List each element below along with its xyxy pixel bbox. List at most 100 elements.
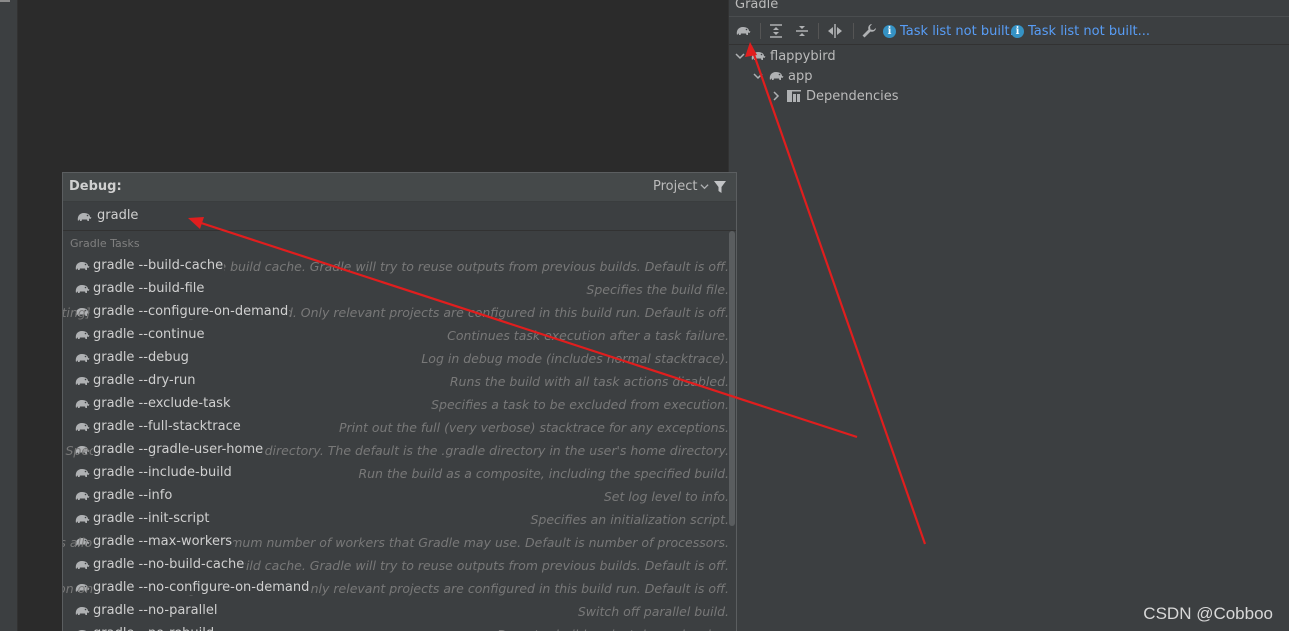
chevron-down-icon[interactable] — [734, 50, 746, 62]
gradle-elephant-icon — [735, 25, 751, 37]
gradle-elephant-icon — [74, 513, 90, 525]
gradle-elephant-icon — [74, 283, 90, 295]
task-row[interactable]: gradle --continue Continues task executio… — [63, 324, 731, 347]
filter-icon[interactable] — [713, 180, 727, 194]
gradle-elephant-icon — [74, 260, 90, 272]
chevron-down-icon — [700, 184, 710, 190]
task-name: gradle --include-build — [93, 465, 233, 480]
collapse-all-icon — [796, 26, 808, 36]
task-row[interactable]: gradle --init-script Specifies an initial… — [63, 508, 731, 531]
gradle-elephant-icon — [74, 421, 90, 433]
task-row[interactable]: gradle --no-rebuild Do not rebuild projec… — [63, 623, 731, 631]
task-name: gradle --build-cache — [93, 258, 225, 273]
task-row[interactable]: gradle --no-parallel Switch off parallel … — [63, 600, 731, 623]
gradle-elephant-icon — [74, 352, 90, 364]
task-description: Continues task execution after a task fa… — [447, 328, 729, 343]
task-name: gradle --dry-run — [93, 373, 197, 388]
task-row[interactable]: gradle --full-stacktrace Print out the fu… — [63, 416, 731, 439]
popup-header: Debug: Project — [63, 173, 736, 202]
task-name: gradle --continue — [93, 327, 206, 342]
task-name: gradle --full-stacktrace — [93, 419, 242, 434]
chevron-down-icon[interactable] — [752, 70, 764, 82]
task-list-info-1[interactable]: i Task list not built... — [883, 22, 1022, 40]
task-name: gradle --no-build-cache — [93, 557, 246, 572]
build-settings-button[interactable] — [859, 22, 879, 40]
gradle-elephant-icon — [750, 50, 766, 62]
task-name: gradle --build-file — [93, 281, 206, 296]
task-name: gradle --init-script — [93, 511, 211, 526]
task-row[interactable]: gradle --gradle-user-home Specifies the g… — [63, 439, 731, 462]
dependencies-icon — [787, 90, 801, 102]
scope-label: Project — [653, 179, 698, 194]
expand-all-button[interactable] — [766, 22, 786, 40]
task-row[interactable]: gradle --no-configure-on-demandDisables … — [63, 577, 731, 600]
watermark: CSDN @Cobboo — [1143, 604, 1273, 623]
task-row[interactable]: gradle --configure-on-demandConfigure ne… — [63, 301, 731, 324]
task-description: Do not rebuild project dependencies. — [497, 627, 729, 631]
search-input[interactable]: gradle — [97, 208, 138, 223]
task-description: Specifies a task to be excluded from exe… — [431, 397, 729, 412]
task-row[interactable]: gradle --include-build Run the build as a… — [63, 462, 731, 485]
collapse-all-button[interactable] — [792, 22, 812, 40]
task-name: gradle --no-rebuild — [93, 626, 216, 631]
info-icon: i — [1011, 24, 1024, 38]
gradle-elephant-icon — [74, 398, 90, 410]
tree-item-label: Dependencies — [806, 88, 899, 104]
gradle-elephant-icon — [74, 329, 90, 341]
info-icon: i — [883, 24, 896, 38]
task-list: Gradle Tasks gradle --build-cache Enables… — [63, 231, 736, 631]
expand-all-icon — [770, 24, 782, 38]
gradle-elephant-icon — [76, 211, 92, 223]
toggle-offline-icon — [828, 24, 842, 38]
gradle-elephant-icon — [74, 375, 90, 387]
task-row[interactable]: gradle --max-workersConfigure the number… — [63, 531, 731, 554]
task-row[interactable]: gradle --info Set log level to info. — [63, 485, 731, 508]
tree-item-label: app — [788, 68, 813, 84]
chevron-right-icon[interactable] — [770, 90, 782, 102]
gradle-elephant-icon — [74, 559, 90, 571]
task-list-info-2-label: Task list not built... — [1028, 23, 1151, 39]
task-description: Specifies an initialization script. — [530, 512, 729, 527]
gradle-elephant-icon — [74, 467, 90, 479]
task-row[interactable]: gradle --no-build-cache Disables the Grad… — [63, 554, 731, 577]
task-row[interactable]: gradle --build-cache Enables the Gradle b… — [63, 255, 731, 278]
strip-marker — [0, 0, 10, 2]
task-name: gradle --debug — [93, 350, 190, 365]
gradle-toolbar: i Task list not built... i Task list not… — [729, 16, 1289, 45]
tree-item-flappybird[interactable]: flappybird — [734, 46, 836, 66]
task-description: Runs the build with all task actions dis… — [449, 374, 729, 389]
task-description: Specifies the build file. — [586, 282, 729, 297]
task-description: Switch off parallel build. — [577, 604, 729, 619]
search-row[interactable]: gradle — [63, 202, 736, 231]
task-row[interactable]: gradle --dry-run Runs the build with all … — [63, 370, 731, 393]
task-name: gradle --configure-on-demand — [93, 304, 290, 319]
execute-gradle-task-button[interactable] — [733, 22, 753, 40]
task-description: Set log level to info. — [603, 489, 729, 504]
scope-dropdown[interactable]: Project — [653, 179, 710, 194]
tree-item-app[interactable]: app — [752, 66, 812, 86]
left-tool-strip — [0, 0, 18, 631]
toolbar-separator — [760, 23, 761, 39]
run-anything-popup: Debug: Project gradle Gradle Tasks gradl… — [62, 172, 737, 631]
task-row[interactable]: gradle --debug Log in debug mode (include… — [63, 347, 731, 370]
task-row[interactable]: gradle --build-file Specifies the build f… — [63, 278, 731, 301]
task-name: gradle --info — [93, 488, 174, 503]
task-row[interactable]: gradle --exclude-task Specifies a task to… — [63, 393, 731, 416]
task-list-info-2[interactable]: i Task list not built... — [1011, 22, 1150, 40]
tree-item-label: flappybird — [770, 48, 836, 64]
tree-item-dependencies[interactable]: Dependencies — [770, 86, 899, 106]
popup-title: Debug: — [69, 179, 122, 194]
task-name: gradle --gradle-user-home — [93, 442, 265, 457]
scrollbar[interactable] — [729, 231, 735, 526]
task-name: gradle --no-parallel — [93, 603, 219, 618]
gradle-tool-window: Gradle i Task list not built... i Task l… — [728, 0, 1289, 631]
task-name: gradle --max-workers — [93, 534, 234, 549]
task-name: gradle --no-configure-on-demand — [93, 580, 311, 595]
gradle-elephant-icon — [768, 70, 784, 82]
task-description: Log in debug mode (includes normal stack… — [421, 351, 729, 366]
toolbar-separator — [818, 23, 819, 39]
toolbar-separator — [853, 23, 854, 39]
gradle-elephant-icon — [74, 605, 90, 617]
group-label: Gradle Tasks — [70, 237, 140, 250]
toggle-offline-button[interactable] — [825, 22, 845, 40]
